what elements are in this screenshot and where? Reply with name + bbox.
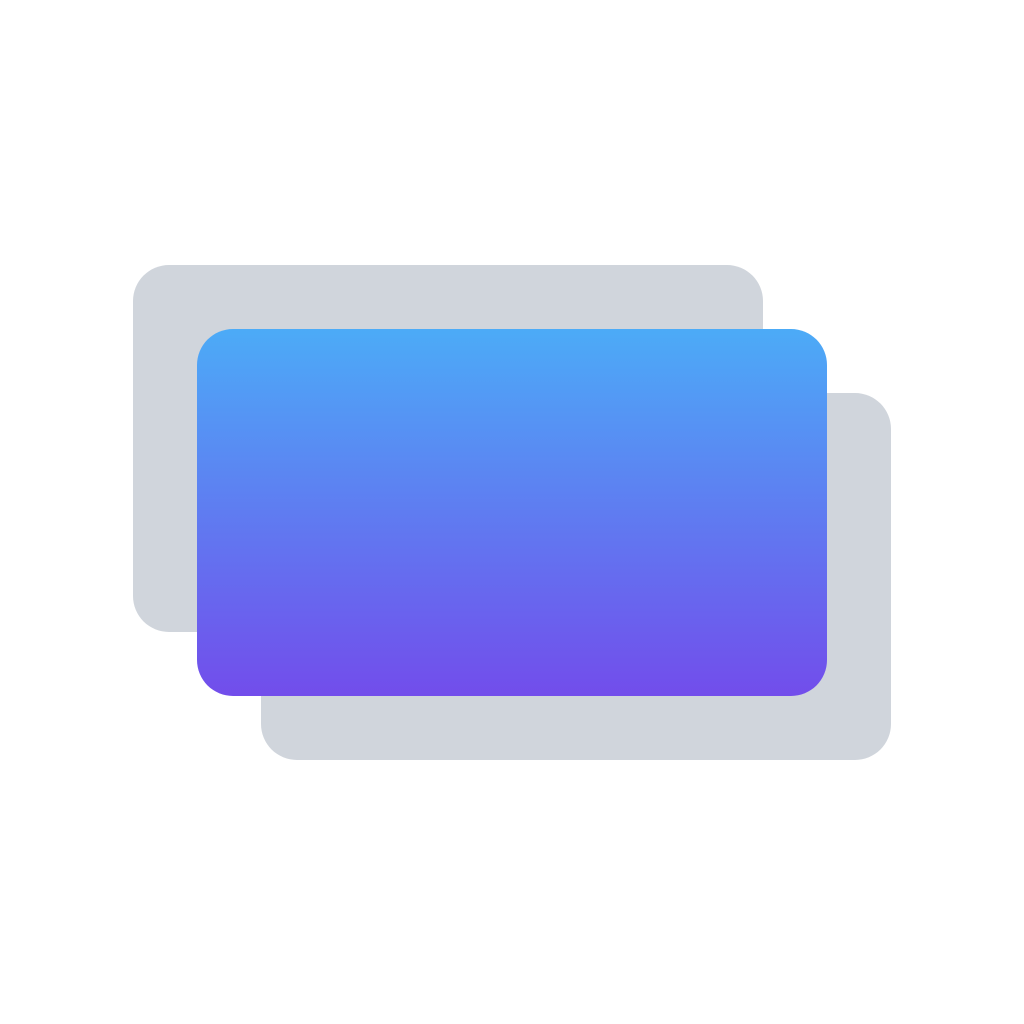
stacked-cards-icon — [0, 0, 1024, 1024]
front-card — [197, 329, 827, 696]
